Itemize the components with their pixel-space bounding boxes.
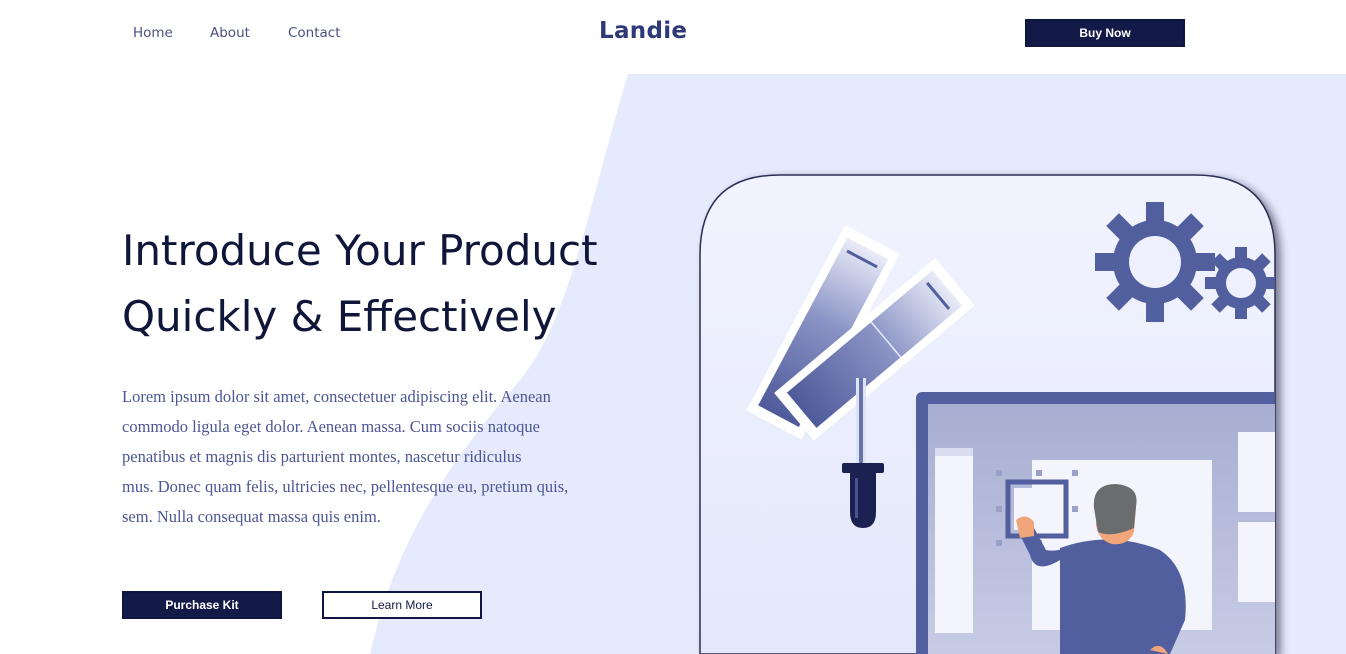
landing-page: Home About Contact Landie Buy Now Introd… <box>0 0 1346 654</box>
hero-title-line-2: Quickly & Effectively <box>122 292 557 341</box>
gear-icon <box>1205 247 1275 319</box>
nav-link-home[interactable]: Home <box>133 25 173 41</box>
hero-title: Introduce Your Product Quickly & Effecti… <box>122 218 682 350</box>
nav-link-contact[interactable]: Contact <box>288 25 341 41</box>
brand-logo[interactable]: Landie <box>599 18 687 44</box>
hero-description-line: penatibus et magnis dis parturient monte… <box>122 447 522 466</box>
learn-more-button[interactable]: Learn More <box>322 591 482 619</box>
hero-description-line: Lorem ipsum dolor sit amet, consectetuer… <box>122 387 551 406</box>
hero-description-line: mus. Donec quam felis, ultricies nec, pe… <box>122 477 569 496</box>
hero-description: Lorem ipsum dolor sit amet, consectetuer… <box>122 382 622 532</box>
hero-title-line-1: Introduce Your Product <box>122 226 598 275</box>
hero-description-line: commodo ligula eget dolor. Aenean massa.… <box>122 417 540 436</box>
gear-icon <box>1095 202 1215 322</box>
hero-illustration <box>699 174 1276 654</box>
hero-description-line: sem. Nulla consequat massa quis enim. <box>122 507 381 526</box>
purchase-kit-button[interactable]: Purchase Kit <box>122 591 282 619</box>
nav-link-about[interactable]: About <box>210 25 250 41</box>
buy-now-button[interactable]: Buy Now <box>1025 19 1185 47</box>
